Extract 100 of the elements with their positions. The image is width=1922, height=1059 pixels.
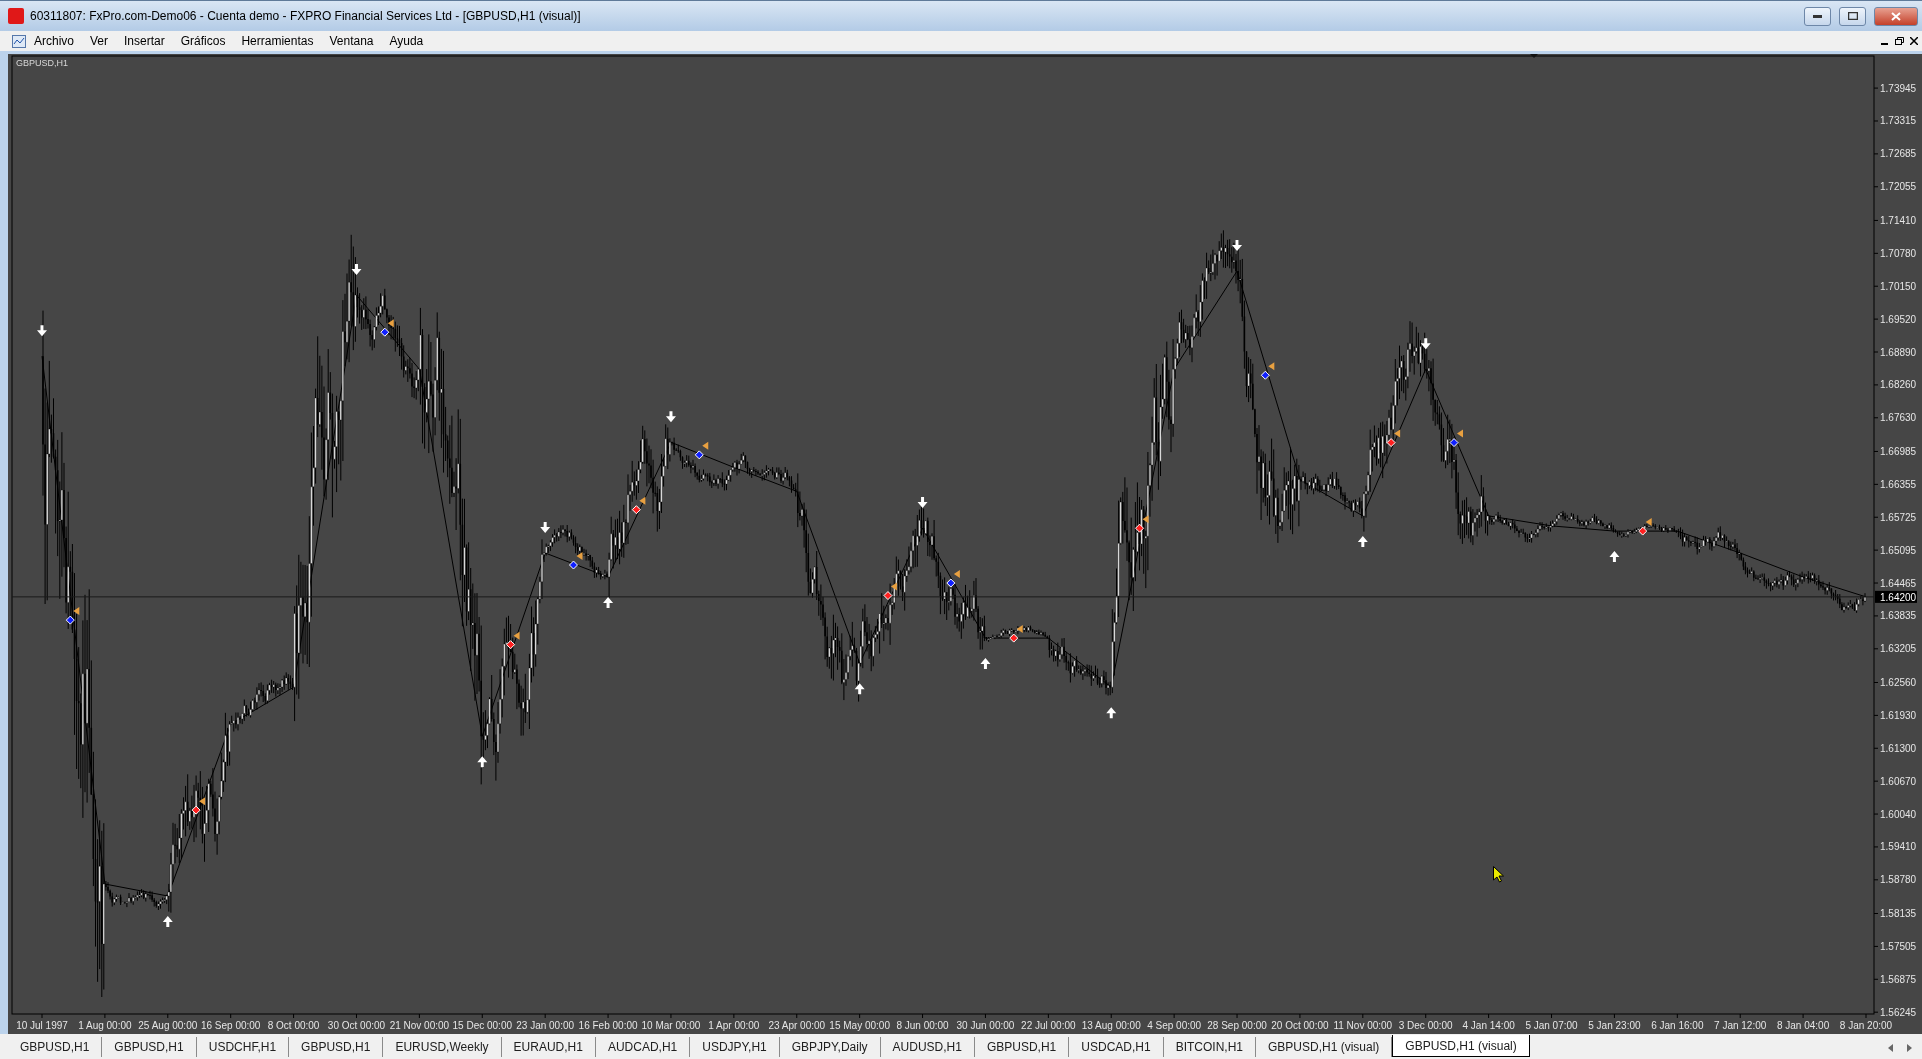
triangle-marker [387, 319, 394, 328]
up-arrow-icon [1106, 707, 1117, 719]
price-tick-label: 1.56875 [1880, 973, 1917, 985]
down-arrow-icon [1232, 240, 1243, 252]
close-icon[interactable] [1910, 37, 1918, 45]
time-tick-label: 10 Jul 1997 [16, 1020, 68, 1031]
chart-tab[interactable]: GBPUSD,H1 [8, 1037, 103, 1057]
price-tick-label: 1.69520 [1880, 313, 1917, 325]
chart-tab[interactable]: EURAUD,H1 [501, 1037, 596, 1057]
price-tick-label: 1.60670 [1880, 775, 1917, 787]
time-tick-label: 15 May 00:00 [829, 1020, 890, 1031]
chart-tab[interactable]: GBPUSD,H1 [289, 1037, 384, 1057]
price-tick-label: 1.72685 [1880, 148, 1917, 160]
price-tick-label: 1.57505 [1880, 940, 1917, 952]
price-tick-label: 1.63835 [1880, 610, 1917, 622]
time-tick-label: 7 Jan 12:00 [1714, 1020, 1767, 1031]
time-tick-label: 15 Dec 00:00 [452, 1020, 513, 1031]
price-tick-label: 1.71410 [1880, 214, 1917, 226]
time-tick-label: 1 Aug 00:00 [78, 1020, 132, 1031]
diamond-marker [1386, 438, 1396, 448]
diamond-marker [1009, 633, 1019, 643]
menu-item[interactable]: Archivo [26, 31, 82, 51]
triangle-marker [1457, 429, 1464, 438]
time-tick-label: 16 Sep 00:00 [200, 1020, 261, 1031]
chart-tab[interactable]: AUDUSD,H1 [880, 1037, 975, 1057]
time-tick-label: 5 Jan 23:00 [1588, 1020, 1641, 1031]
time-tick-label: 4 Sep 00:00 [1147, 1020, 1202, 1031]
menu-item[interactable]: Insertar [116, 31, 173, 51]
chart-tab[interactable]: EURUSD,Weekly [383, 1037, 502, 1057]
diamond-marker [569, 560, 578, 570]
time-tick-label: 28 Sep 00:00 [1207, 1020, 1267, 1031]
diamond-marker [1135, 523, 1145, 533]
maximize-icon [1847, 12, 1858, 20]
up-arrow-icon [1357, 535, 1368, 547]
up-arrow-icon [603, 597, 614, 609]
close-button[interactable] [1874, 6, 1918, 26]
up-arrow-icon [980, 658, 991, 670]
chart-tab[interactable]: GBPUSD,H1 [974, 1037, 1070, 1057]
minimize-icon [1813, 14, 1822, 18]
price-tick-label: 1.58780 [1880, 874, 1917, 886]
triangle-marker [1645, 518, 1652, 527]
restore-icon[interactable] [1895, 37, 1904, 45]
chart-tab[interactable]: GBPUSD,H1 [102, 1037, 197, 1057]
price-tick-label: 1.73315 [1880, 115, 1917, 127]
time-tick-label: 30 Jun 00:00 [956, 1020, 1015, 1031]
chart-tab[interactable]: BITCOIN,H1 [1163, 1037, 1256, 1057]
menu-item[interactable]: Ver [82, 31, 117, 51]
diamond-marker [946, 578, 956, 588]
time-tick-label: 16 Feb 00:00 [578, 1020, 638, 1031]
triangle-marker [73, 607, 80, 616]
down-arrow-icon [665, 411, 676, 423]
time-tick-label: 4 Jan 14:00 [1462, 1020, 1515, 1031]
price-tick-label: 1.58135 [1880, 908, 1917, 919]
menu-item[interactable]: Ayuda [381, 31, 432, 51]
chart-tab[interactable]: USDCAD,H1 [1069, 1037, 1164, 1057]
diamond-marker [883, 591, 893, 601]
down-arrow-icon [37, 325, 47, 337]
time-tick-label: 11 Nov 00:00 [1333, 1020, 1393, 1031]
triangle-marker [1016, 625, 1023, 634]
down-arrow-icon [351, 264, 362, 276]
price-tick-label: 1.70150 [1880, 280, 1917, 292]
triangle-marker [639, 496, 646, 505]
price-tick-label: 1.66355 [1880, 478, 1917, 490]
diamond-marker [1260, 370, 1270, 380]
price-tick-label: 1.67630 [1880, 412, 1917, 424]
shift-marker-icon [1530, 54, 1538, 58]
maximize-button[interactable] [1839, 6, 1866, 26]
chart-window-icon[interactable] [12, 34, 26, 48]
scroll-left-icon[interactable] [1888, 1044, 1893, 1052]
close-icon [1891, 11, 1901, 21]
time-tick-label: 1 Apr 00:00 [708, 1020, 760, 1031]
chart-tab[interactable]: AUDCAD,H1 [595, 1037, 691, 1057]
price-tick-label: 1.63205 [1880, 643, 1917, 655]
triangle-marker [953, 570, 960, 579]
menu-item[interactable]: Ventana [321, 31, 382, 51]
price-tick-label: 1.66985 [1880, 445, 1917, 457]
chart-tab[interactable]: USDCHF,H1 [196, 1037, 290, 1057]
diamond-marker [1638, 526, 1648, 536]
time-tick-label: 8 Jan 20:00 [1839, 1020, 1893, 1031]
triangle-marker [702, 441, 709, 450]
down-arrow-icon [540, 522, 551, 533]
triangle-marker [890, 582, 897, 591]
chart-tab[interactable]: GBPJPY,Daily [779, 1037, 881, 1057]
time-tick-label: 23 Jan 00:00 [516, 1020, 575, 1031]
time-tick-label: 30 Oct 00:00 [327, 1020, 386, 1031]
time-tick-label: 8 Jan 04:00 [1776, 1020, 1830, 1031]
price-tick-label: 1.61300 [1880, 742, 1917, 754]
time-tick-label: 8 Oct 00:00 [267, 1020, 320, 1031]
minimize-button[interactable] [1804, 6, 1831, 26]
scroll-right-icon[interactable] [1907, 1044, 1912, 1052]
cursor-icon [1493, 866, 1504, 883]
menu-item[interactable]: Herramientas [233, 31, 322, 51]
time-tick-label: 3 Dec 00:00 [1398, 1020, 1453, 1031]
window-title: 60311807: FxPro.com-Demo06 - Cuenta demo - FXPRO Financial Services Ltd - [GBPUSD,H1 (visual)] [30, 9, 582, 23]
time-tick-label: 25 Aug 00:00 [138, 1020, 198, 1031]
price-tick-label: 1.65095 [1880, 544, 1917, 556]
menu-item[interactable]: Gráficos [172, 31, 234, 51]
up-arrow-icon [854, 683, 865, 695]
chart-tab[interactable]: USDJPY,H1 [690, 1037, 780, 1057]
chart-tab[interactable]: GBPUSD,H1 (visual) [1392, 1035, 1530, 1057]
